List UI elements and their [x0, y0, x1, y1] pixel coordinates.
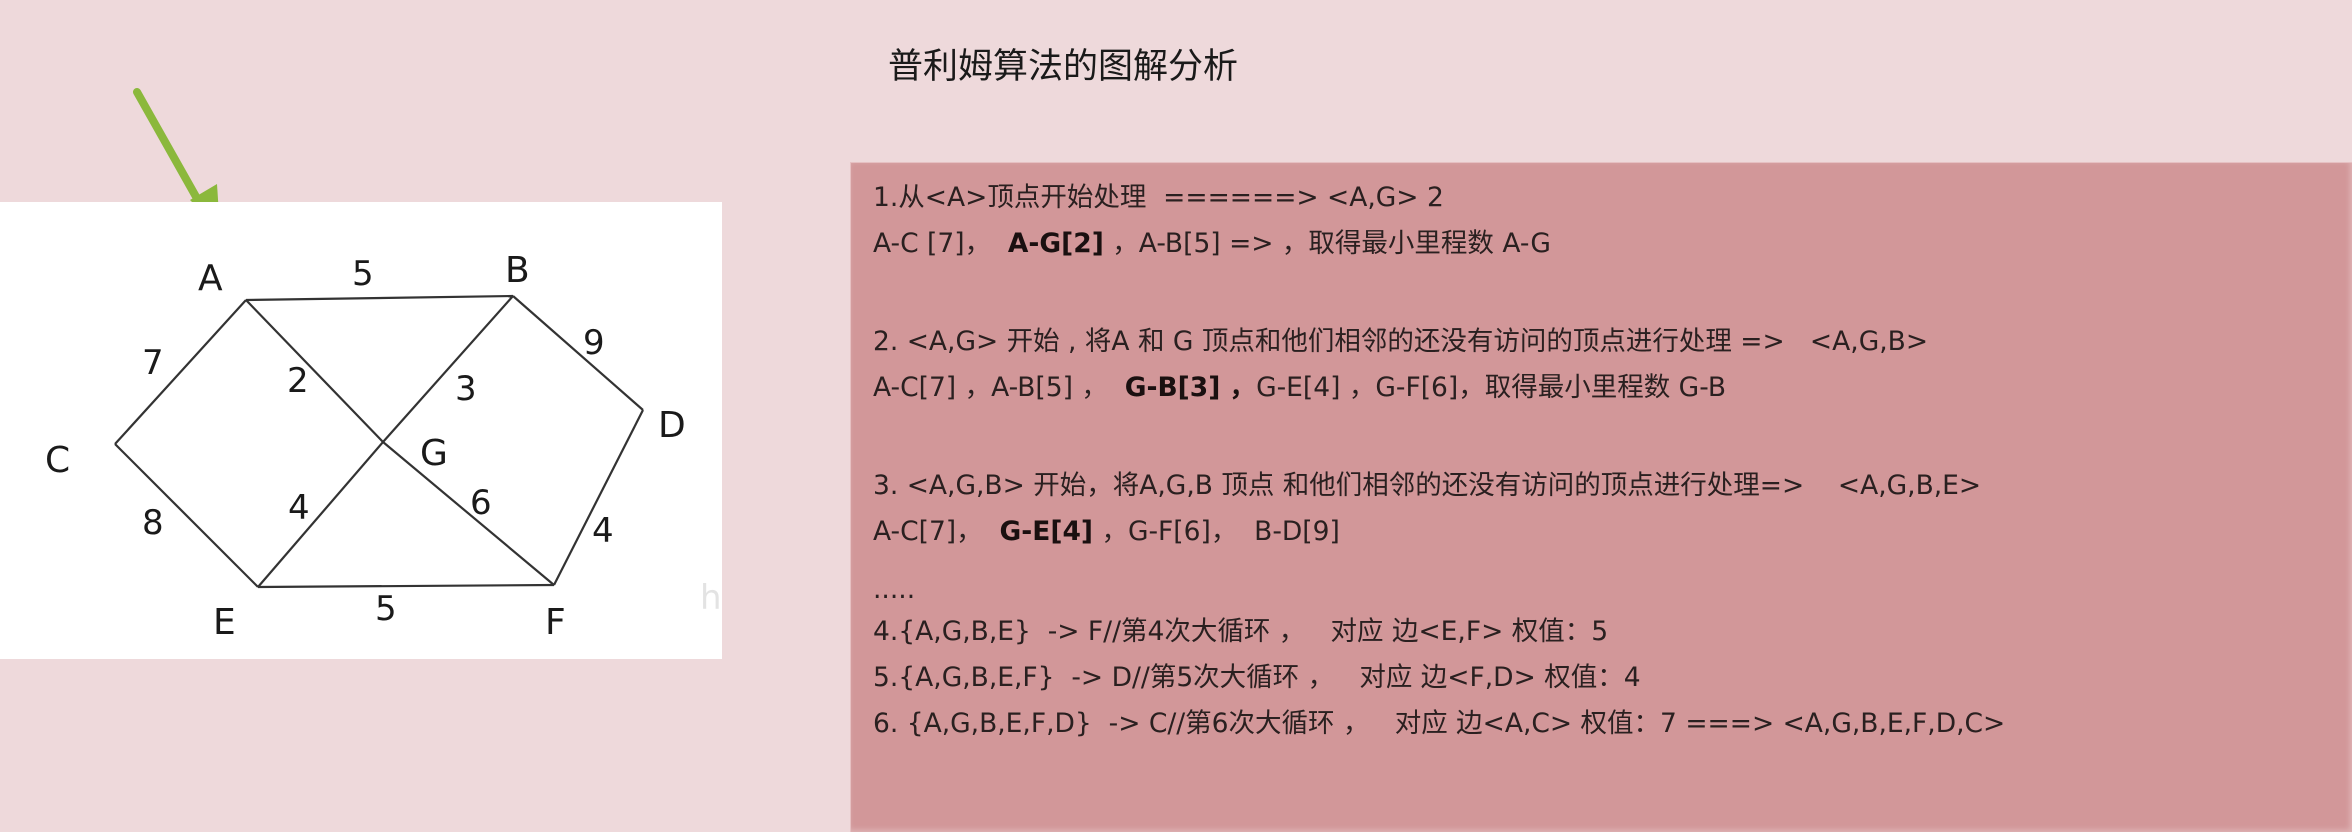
- step-line-3: 2. <A,G> 开始 , 将A 和 G 顶点和他们相邻的还没有访问的顶点进行处…: [873, 326, 1929, 357]
- weight-label-d-f: 4: [592, 511, 614, 551]
- step-text: 5.{A,G,B,E,F} -> D//第5次大循环 ， 对应 边<F,D> 权…: [873, 662, 1641, 693]
- weights-layer: 5 7 2 3 9 8 4 6 4 5: [142, 254, 614, 629]
- step-text: .....: [873, 574, 916, 605]
- weight-label-g-f: 6: [470, 483, 492, 523]
- step-line-7: .....: [873, 574, 916, 605]
- edge-a-c: [114, 299, 247, 445]
- highlighted-edge: G-B[3] ，: [1124, 372, 1257, 403]
- node-label-g: G: [420, 433, 448, 474]
- graph-panel: 5 7 2 3 9 8 4 6 4 5 A B C D E F G: [0, 202, 722, 659]
- weight-label-b-g: 3: [455, 369, 477, 409]
- page-title: 普利姆算法的图解分析: [888, 47, 1239, 87]
- edge-c-e: [114, 443, 259, 588]
- step-text: ，A-B[5] => ，取得最小里程数 A-G: [1103, 228, 1551, 259]
- step-text: A-C [7]，: [873, 228, 1008, 259]
- weight-label-a-b: 5: [352, 254, 374, 294]
- step-line-4: A-C[7] ，A-B[5] ， G-B[3] ，G-E[4] ，G-F[6]，…: [873, 372, 1727, 403]
- step-line-10: 6. {A,G,B,E,F,D} -> C//第6次大循环 ， 对应 边<A,C…: [873, 708, 2006, 739]
- edge-b-d: [512, 295, 644, 411]
- edge-a-g: [245, 299, 384, 443]
- node-label-b: B: [505, 250, 530, 291]
- step-line-9: 5.{A,G,B,E,F} -> D//第5次大循环 ， 对应 边<F,D> 权…: [873, 662, 1641, 693]
- weight-label-b-d: 9: [583, 323, 605, 363]
- node-label-d: D: [658, 405, 686, 446]
- step-line-5: 3. <A,G,B> 开始，将A,G,B 顶点 和他们相邻的还没有访问的顶点进行…: [873, 470, 1982, 501]
- edge-d-f: [553, 409, 644, 586]
- weight-label-e-g: 4: [288, 488, 310, 528]
- step-line-6: A-C[7]， G-E[4] ，G-F[6]， B-D[9]: [873, 516, 1340, 547]
- step-line-8: 4.{A,G,B,E} -> F//第4次大循环 ， 对应 边<E,F> 权值：…: [873, 616, 1609, 647]
- step-text: 4.{A,G,B,E} -> F//第4次大循环 ， 对应 边<E,F> 权值：…: [873, 616, 1609, 647]
- step-text: 3. <A,G,B> 开始，将A,G,B 顶点 和他们相邻的还没有访问的顶点进行…: [873, 470, 1982, 501]
- graph-diagram: 5 7 2 3 9 8 4 6 4 5 A B C D E F G: [45, 250, 686, 643]
- highlighted-edge: A-G[2]: [1007, 228, 1104, 259]
- edge-a-b: [245, 294, 514, 302]
- step-text: G-E[4] ，G-F[6]，取得最小里程数 G-B: [1256, 372, 1727, 403]
- step-text: ，G-F[6]， B-D[9]: [1093, 516, 1340, 547]
- weight-label-e-f: 5: [375, 589, 397, 629]
- edge-e-g: [257, 441, 384, 588]
- step-text: A-C[7] ，A-B[5] ，: [873, 372, 1125, 403]
- step-text: 2. <A,G> 开始 , 将A 和 G 顶点和他们相邻的还没有访问的顶点进行处…: [873, 326, 1929, 357]
- weight-label-a-g: 2: [287, 361, 309, 401]
- steps-panel: 1.从<A>顶点开始处理 ======> <A,G> 2 A-C [7]， A-G…: [850, 162, 2352, 832]
- edge-g-f: [382, 441, 555, 586]
- node-label-f: F: [545, 602, 566, 643]
- weight-label-a-c: 7: [142, 343, 164, 383]
- step-text: 6. {A,G,B,E,F,D} -> C//第6次大循环 ， 对应 边<A,C…: [873, 708, 2006, 739]
- highlighted-edge: G-E[4]: [999, 516, 1094, 547]
- node-label-a: A: [198, 258, 223, 299]
- edge-e-f: [257, 583, 555, 589]
- step-text: A-C[7]，: [873, 516, 1000, 547]
- edge-b-g: [382, 295, 514, 443]
- weight-label-c-e: 8: [142, 503, 164, 543]
- step-text: 1.从<A>顶点开始处理 ======> <A,G> 2: [873, 182, 1444, 213]
- node-label-c: C: [45, 440, 70, 481]
- edges-layer: [114, 294, 644, 589]
- nodes-layer: A B C D E F G: [45, 250, 686, 643]
- watermark: h: [700, 578, 722, 618]
- node-label-e: E: [213, 602, 236, 643]
- step-line-2: A-C [7]， A-G[2] ，A-B[5] => ，取得最小里程数 A-G: [873, 228, 1551, 259]
- step-line-1: 1.从<A>顶点开始处理 ======> <A,G> 2: [873, 182, 1444, 213]
